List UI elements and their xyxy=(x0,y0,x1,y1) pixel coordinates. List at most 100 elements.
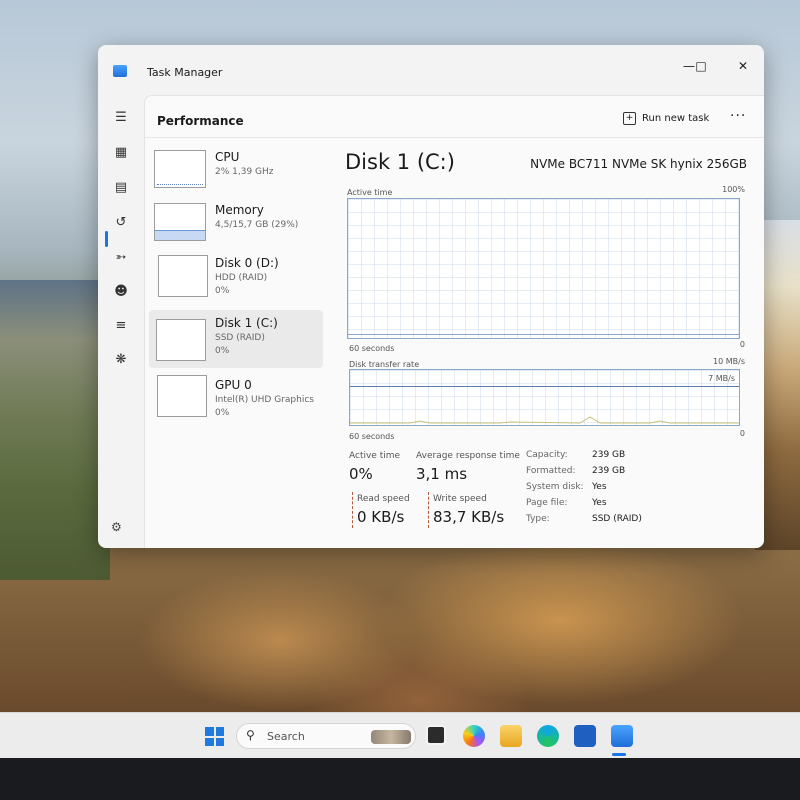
search-highlight-art xyxy=(371,730,411,744)
window-title: Task Manager xyxy=(147,66,223,79)
property-key: Page file: xyxy=(526,498,568,508)
perf-item-name: Disk 0 (D:) xyxy=(215,256,279,270)
task-view-icon[interactable] xyxy=(426,725,446,745)
property-key: Formatted: xyxy=(526,466,576,476)
transfer-rate-label: Disk transfer rate xyxy=(349,360,420,369)
run-new-task-label: Run new task xyxy=(642,112,710,124)
wallpaper-hills xyxy=(0,280,110,580)
property-value: 239 GB xyxy=(592,466,626,476)
taskbar-search-box[interactable]: ⚲ Search xyxy=(236,723,416,749)
read-speed-value: 0 KB/s xyxy=(357,508,405,526)
users-icon[interactable]: ☻ xyxy=(111,281,131,301)
more-options-button[interactable]: ... xyxy=(730,104,746,120)
active-app-indicator xyxy=(612,753,626,756)
perf-item-detail: 2% 1,39 GHz xyxy=(215,167,274,177)
stat-active-time-value: 0% xyxy=(349,465,373,483)
performance-icon[interactable]: ▤ xyxy=(111,177,131,197)
startup-apps-icon[interactable]: ➳ xyxy=(111,247,131,267)
memory-thumbnail-graph xyxy=(154,203,206,241)
cpu-thumbnail-graph xyxy=(154,150,206,188)
title-bar[interactable]: Task Manager — □ ✕ xyxy=(98,45,764,89)
graph1-time-span: 60 seconds xyxy=(349,344,395,353)
details-icon[interactable]: ≡ xyxy=(111,315,131,335)
property-row: System disk: Yes xyxy=(526,482,746,496)
perf-item-disk-0[interactable]: Disk 0 (D:) HDD (RAID) 0% xyxy=(149,250,323,308)
graph2-zero: 0 xyxy=(739,429,745,438)
performance-list: CPU 2% 1,39 GHz Memory 4,5/15,7 GB (29%)… xyxy=(149,142,325,542)
property-row: Capacity: 239 GB xyxy=(526,450,746,464)
perf-item-detail: SSD (RAID) xyxy=(215,333,265,343)
perf-item-usage: 0% xyxy=(215,408,230,418)
perf-item-name: Disk 1 (C:) xyxy=(215,316,278,330)
task-manager-app-icon xyxy=(113,65,127,77)
active-time-graph xyxy=(347,198,740,339)
gpu-thumbnail-graph xyxy=(157,375,207,417)
start-icon[interactable] xyxy=(205,727,224,746)
hamburger-menu-icon[interactable]: ☰ xyxy=(111,107,131,127)
disk0-thumbnail-graph xyxy=(158,255,208,297)
perf-item-detail: 4,5/15,7 GB (29%) xyxy=(215,220,299,230)
close-button[interactable]: ✕ xyxy=(728,55,758,77)
search-icon: ⚲ xyxy=(246,728,255,742)
property-value: Yes xyxy=(592,482,607,492)
write-speed-value: 83,7 KB/s xyxy=(433,508,505,526)
active-nav-indicator xyxy=(105,231,108,247)
transfer-rate-max: 10 MB/s xyxy=(713,357,745,366)
property-value: Yes xyxy=(592,498,607,508)
memory-usage-fill xyxy=(155,229,205,240)
taskbar: ⚲ Search xyxy=(0,712,800,758)
property-value: SSD (RAID) xyxy=(592,514,642,524)
perf-item-detail: Intel(R) UHD Graphics xyxy=(215,395,314,405)
search-placeholder: Search xyxy=(267,730,305,743)
disk-title: Disk 1 (C:) xyxy=(345,150,455,174)
perf-item-usage: 0% xyxy=(215,286,230,296)
task-manager-window: Task Manager — □ ✕ ☰ ▦ ▤ ↺ ➳ ☻ ≡ ❋ ⚙ Per… xyxy=(98,45,764,548)
file-explorer-icon[interactable] xyxy=(500,725,522,747)
run-new-task-button[interactable]: + Run new task xyxy=(623,107,709,129)
close-icon: ✕ xyxy=(737,59,749,73)
perf-item-memory[interactable]: Memory 4,5/15,7 GB (29%) xyxy=(149,197,323,255)
disk1-thumbnail-graph xyxy=(156,319,206,361)
property-key: System disk: xyxy=(526,482,584,492)
perf-item-name: Memory xyxy=(215,203,264,217)
property-key: Type: xyxy=(526,514,550,524)
property-row: Type: SSD (RAID) xyxy=(526,514,746,528)
perf-item-disk-1[interactable]: Disk 1 (C:) SSD (RAID) 0% xyxy=(149,310,323,368)
write-speed-divider xyxy=(428,492,429,528)
maximize-button[interactable]: □ xyxy=(686,55,716,77)
screen-bezel xyxy=(0,758,800,800)
perf-item-detail: HDD (RAID) xyxy=(215,273,268,283)
stat-avg-response-value: 3,1 ms xyxy=(416,465,468,483)
read-speed-label: Read speed xyxy=(357,494,410,504)
page-title: Performance xyxy=(157,114,244,128)
page-header: Performance + Run new task ... xyxy=(145,96,764,138)
property-key: Capacity: xyxy=(526,450,568,460)
run-task-icon: + xyxy=(623,111,636,125)
services-icon[interactable]: ❋ xyxy=(111,349,131,369)
stat-avg-response-label: Average response time xyxy=(416,451,520,461)
graph2-time-span: 60 seconds xyxy=(349,432,395,441)
main-content: Performance + Run new task ... CPU 2% 1,… xyxy=(144,95,764,548)
app-history-icon[interactable]: ↺ xyxy=(111,212,131,232)
stat-active-time-label: Active time xyxy=(349,451,401,461)
graph1-zero: 0 xyxy=(739,340,745,349)
edge-icon[interactable] xyxy=(537,725,559,747)
perf-item-gpu-0[interactable]: GPU 0 Intel(R) UHD Graphics 0% xyxy=(149,372,323,430)
navigation-sidebar: ☰ ▦ ▤ ↺ ➳ ☻ ≡ ❋ ⚙ xyxy=(98,95,143,545)
perf-item-usage: 0% xyxy=(215,346,230,356)
active-time-graph-label: Active time xyxy=(347,188,393,197)
task-manager-icon[interactable] xyxy=(611,725,633,747)
read-speed-divider xyxy=(352,492,353,528)
transfer-rate-graph: 7 MB/s xyxy=(349,369,740,426)
processes-icon[interactable]: ▦ xyxy=(111,142,131,162)
disk-model: NVMe BC711 NVMe SK hynix 256GB xyxy=(530,157,747,171)
microsoft-store-icon[interactable] xyxy=(574,725,596,747)
property-row: Formatted: 239 GB xyxy=(526,466,746,480)
maximize-icon: □ xyxy=(695,59,707,73)
property-value: 239 GB xyxy=(592,450,626,460)
perf-item-cpu[interactable]: CPU 2% 1,39 GHz xyxy=(149,144,323,202)
perf-item-name: CPU xyxy=(215,150,240,164)
disk-detail-panel: Disk 1 (C:) NVMe BC711 NVMe SK hynix 256… xyxy=(341,142,751,542)
settings-icon[interactable]: ⚙ xyxy=(111,520,122,534)
copilot-icon[interactable] xyxy=(463,725,485,747)
